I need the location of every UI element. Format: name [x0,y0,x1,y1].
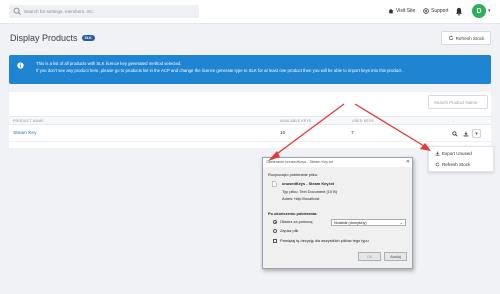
search-icon [13,7,21,15]
lifebuoy-icon [423,8,429,14]
import-keys-button[interactable] [461,129,470,138]
menu-item-refresh-stock[interactable]: Refresh Stock [435,162,470,167]
dialog-filename: unusedKeys - Steam Key.txt [282,181,335,186]
save-file-label: Zapisz plik [280,228,299,233]
avatar: D [472,4,486,18]
column-header-available: AVAILABLE KEYS [280,119,312,123]
product-search-input[interactable] [428,95,488,109]
close-icon[interactable]: ✕ [406,159,410,165]
global-search[interactable] [9,5,199,18]
row-actions-dropdown-toggle[interactable]: ▾ [472,129,481,138]
download-icon [463,131,468,136]
user-menu[interactable]: D ▾ [472,4,491,18]
refresh-stock-label: Refresh Stock [455,35,485,41]
save-file-radio[interactable] [273,229,277,233]
application-select-value: Notatnik (domyślny) [334,221,367,225]
ok-button[interactable]: OK [358,252,381,261]
info-icon [17,62,24,69]
chevron-down-icon: ▾ [488,8,491,14]
open-with-label: Otwórz za pomocą [280,219,313,224]
dialog-title-text: Otwieranie unusedKeys - Steam Key.txt [266,160,333,164]
support-link[interactable]: Support [423,8,449,14]
open-with-radio[interactable] [273,220,277,224]
page-title-text: Display Products [10,33,78,43]
cancel-button[interactable]: Anuluj [384,252,407,261]
bell-icon[interactable] [455,7,463,16]
remember-decision-label: Pamiętaj tę decyzję dla wszystkich plikó… [280,238,369,243]
dialog-title: Otwieranie unusedKeys - Steam Key.txt ✕ [263,158,412,167]
application-select[interactable]: Notatnik (domyślny) ⌄ [331,219,406,226]
product-name-cell[interactable]: Steam Key [13,131,36,136]
row-actions-menu: Export Unused Refresh Stock [428,146,494,172]
menu-item-label: Export Unused [442,151,472,156]
refresh-icon [435,162,440,167]
alert-line-2: If you don't see any product here, pleas… [36,68,403,73]
dialog-intro: Rozpoczęto pobieranie pliku: [268,172,318,177]
column-header-product: PRODUCT NAME [13,119,44,123]
support-label: Support [431,8,449,14]
dialog-file-address: Adres: http://localhost [282,196,320,201]
search-icon [451,130,458,137]
home-icon [388,8,394,14]
info-alert: This is a list of all products with SLK … [9,55,491,84]
used-keys-cell: 7 [351,131,354,136]
visit-site-label: Visit Site [396,8,416,14]
file-icon [272,181,277,187]
chevron-down-icon: ⌄ [399,220,403,225]
refresh-stock-button[interactable]: Refresh Stock [441,31,491,45]
menu-item-label: Refresh Stock [442,162,471,167]
menu-item-export-unused[interactable]: Export Unused [435,151,472,156]
visit-site-link[interactable]: Visit Site [388,8,415,14]
title-badge: SLK [81,35,95,41]
remember-decision-checkbox[interactable] [273,239,277,243]
column-header-actions: - [453,119,455,123]
dialog-section-title: Po ukończeniu pobierania: [268,211,318,216]
refresh-icon [448,35,453,41]
column-header-used: USED KEYS [352,119,374,123]
dialog-file-type: Typ pliku: Text Document (10 B) [282,189,338,194]
page-title: Display Products SLK [10,33,95,43]
row-divider [9,141,491,142]
available-keys-cell: 10 [280,131,286,136]
search-keys-button[interactable] [450,129,459,138]
alert-line-1: This is a list of all products with SLK … [36,61,182,66]
table-header: PRODUCT NAME AVAILABLE KEYS USED KEYS - [9,116,491,125]
download-icon [435,151,440,156]
top-bar: Visit Site Support D ▾ [0,0,500,24]
global-search-input[interactable] [24,5,196,18]
